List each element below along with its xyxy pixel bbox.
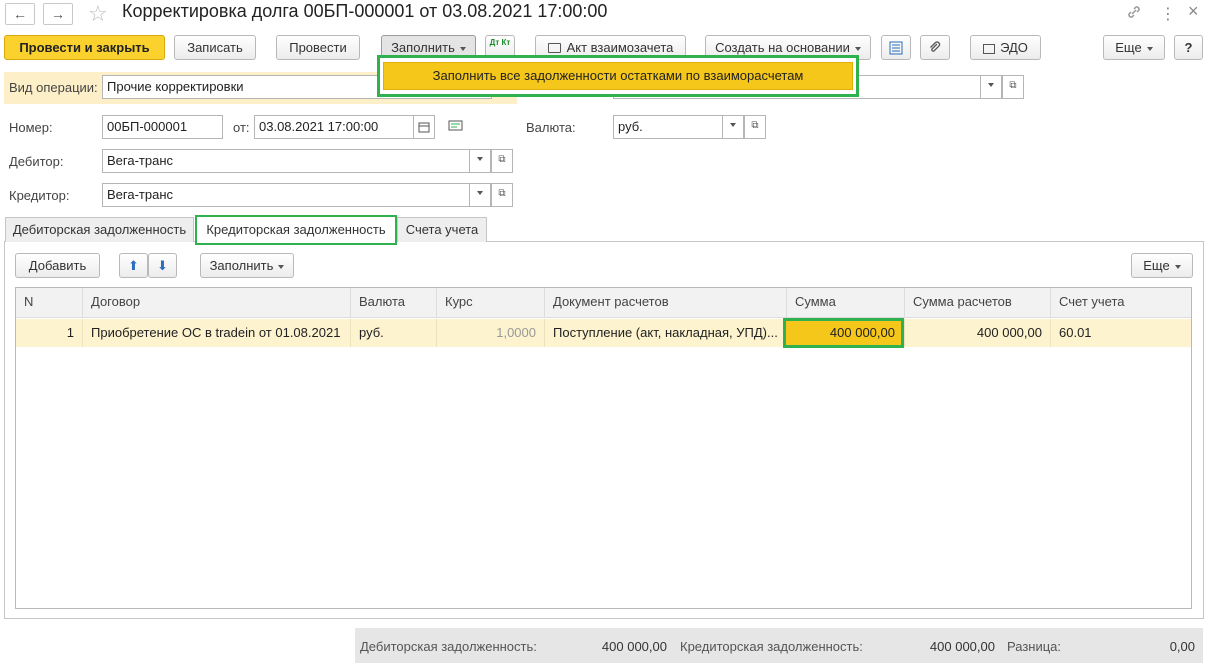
operation-label: Вид операции: [9,80,98,95]
chevron-down-icon [988,83,994,88]
forward-arrow-icon: → [51,6,65,22]
move-down-icon[interactable]: ⬇ [148,253,177,278]
debtor-label: Дебитор: [9,154,64,169]
edo-icon [983,43,996,54]
table-more-button[interactable]: Еще [1131,253,1193,278]
tab-receivables[interactable]: Дебиторская задолженность [5,217,194,242]
more-button[interactable]: Еще [1103,35,1165,60]
column-header-rate[interactable]: Курс [437,288,545,318]
save-button[interactable]: Записать [174,35,256,60]
column-header-currency[interactable]: Валюта [351,288,437,318]
date-label: от: [233,120,250,135]
column-header-n[interactable]: N [16,288,83,318]
currency-label: Валюта: [526,120,576,135]
fill-dropdown-menu: Заполнить все задолженности остатками по… [377,55,859,97]
add-row-button[interactable]: Добавить [15,253,100,278]
close-icon[interactable]: × [1188,1,1199,22]
structure-icon[interactable] [881,35,911,60]
chevron-down-icon [477,157,483,162]
chevron-down-icon [278,264,285,269]
column-header-account[interactable]: Счет учета [1051,288,1191,318]
column-header-contract[interactable]: Договор [83,288,351,318]
chevron-down-icon [477,191,483,196]
currency-dropdown-button[interactable] [722,115,744,139]
number-label: Номер: [9,120,53,135]
column-header-sum-settle[interactable]: Сумма расчетов [905,288,1051,318]
creditor-label: Кредитор: [9,188,70,203]
open-icon[interactable]: ⧉ [744,115,766,139]
debit-total-label: Дебиторская задолженность: [360,639,537,654]
tab-payables[interactable]: Кредиторская задолженность [195,215,397,245]
more-vertical-icon[interactable]: ⋮ [1160,4,1176,24]
creditor-field[interactable]: Вега-транс [102,183,470,207]
open-icon[interactable]: ⧉ [491,183,513,207]
cell-account[interactable]: 60.01 [1051,319,1191,347]
column-header-sum[interactable]: Сумма [787,288,905,318]
chevron-down-icon [854,46,861,51]
open-icon[interactable]: ⧉ [491,149,513,173]
printer-icon [547,42,561,53]
calendar-icon[interactable] [413,115,435,139]
currency-field[interactable]: руб. [613,115,723,139]
favorite-star-icon[interactable]: ☆ [88,1,108,27]
chevron-down-icon [730,123,736,128]
cell-sum[interactable]: 400 000,00 [783,318,904,348]
post-and-close-button[interactable]: Провести и закрыть [4,35,165,60]
attachment-icon[interactable] [920,35,950,60]
comment-icon[interactable] [448,120,464,137]
difference-label: Разница: [1007,639,1062,654]
table-fill-button[interactable]: Заполнить [200,253,294,278]
back-button[interactable]: ← [5,3,35,25]
back-arrow-icon: ← [13,6,27,22]
difference-value: 0,00 [1169,639,1195,654]
chevron-down-icon [1146,46,1153,51]
date-field[interactable]: 03.08.2021 17:00:00 [254,115,414,139]
window-title: Корректировка долга 00БП-000001 от 03.08… [122,1,608,21]
cell-rate[interactable]: 1,0000 [437,319,545,347]
fill-label: Заполнить [391,40,455,55]
tab-accounts[interactable]: Счета учета [397,217,487,242]
help-button[interactable]: ? [1174,35,1203,60]
debit-total-value: 400 000,00 [601,639,667,654]
open-icon[interactable]: ⧉ [1002,75,1024,99]
creditor-dropdown-button[interactable] [469,183,491,207]
cell-sum-settle[interactable]: 400 000,00 [905,319,1051,347]
number-field[interactable]: 00БП-000001 [102,115,223,139]
debtor-field[interactable]: Вега-транс [102,149,470,173]
post-button[interactable]: Провести [276,35,360,60]
debts-table: N Договор Валюта Курс Документ расчетов … [15,287,1192,609]
cell-currency[interactable]: руб. [351,319,437,347]
link-icon[interactable] [1126,4,1142,23]
chevron-down-icon [459,46,466,51]
chevron-down-icon [1174,264,1181,269]
move-up-icon[interactable]: ⬆ [119,253,148,278]
column-header-document[interactable]: Документ расчетов [545,288,787,318]
debtor-dropdown-button[interactable] [469,149,491,173]
cell-n[interactable]: 1 [16,319,83,347]
dropdown-button[interactable] [980,75,1002,99]
cell-document[interactable]: Поступление (акт, накладная, УПД)... [545,319,787,347]
cell-contract[interactable]: Приобретение ОС в tradein от 01.08.2021 [83,319,351,347]
credit-total-label: Кредиторская задолженность: [680,639,863,654]
credit-total-value: 400 000,00 [929,639,995,654]
totals-footer: Дебиторская задолженность: 400 000,00 Кр… [355,628,1203,663]
fill-all-debts-menu-item[interactable]: Заполнить все задолженности остатками по… [383,62,853,90]
forward-button[interactable]: → [43,3,73,25]
edo-button[interactable]: ЭДО [970,35,1041,60]
